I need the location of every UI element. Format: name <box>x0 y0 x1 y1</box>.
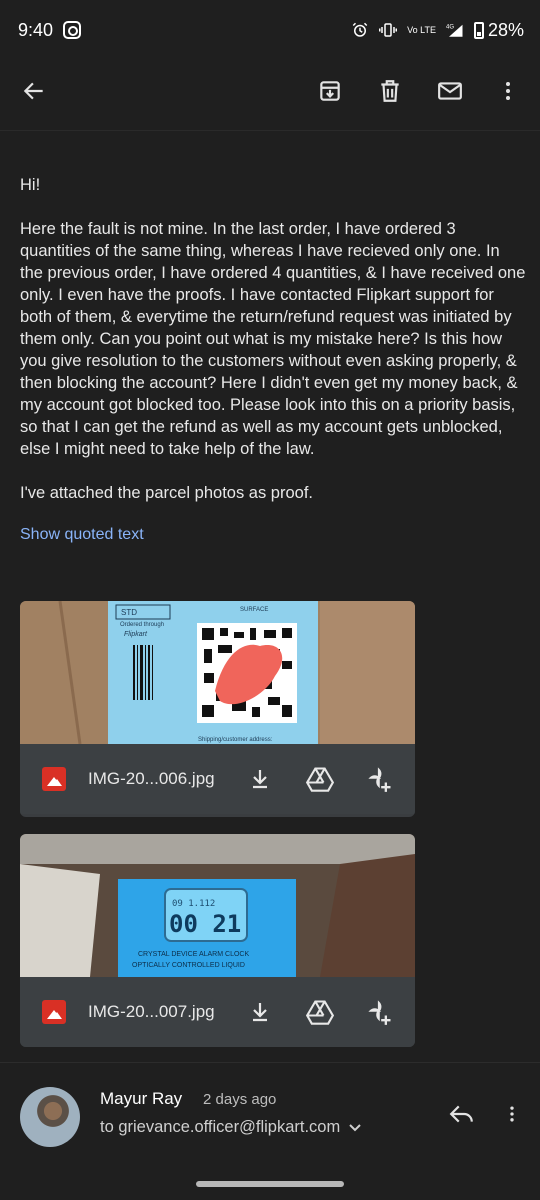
message-paragraph: Here the fault is not mine. In the last … <box>20 220 526 458</box>
label-shipping: Shipping/customer address: <box>198 737 273 743</box>
avatar[interactable] <box>20 1087 80 1147</box>
download-icon <box>253 770 267 789</box>
delete-button[interactable] <box>366 67 414 115</box>
archive-icon <box>320 81 340 101</box>
label-ordered-through: Ordered through <box>120 622 164 628</box>
back-arrow-icon <box>23 82 43 100</box>
show-quoted-text-link[interactable]: Show quoted text <box>20 526 144 544</box>
chevron-down-icon <box>349 1123 361 1131</box>
save-to-drive-button[interactable] <box>304 996 336 1028</box>
alarm-icon <box>351 21 369 39</box>
attachment-bar: IMG-20...007.jpg <box>20 977 415 1047</box>
attachment-filename[interactable]: IMG-20...007.jpg <box>88 1002 215 1022</box>
sender-date: 2 days ago <box>203 1091 277 1108</box>
gmail-message-screen: 9:40 Vo LTE 4G 28% Hi! Here the fault is… <box>0 0 540 1200</box>
message-body: Hi! Here the fault is not mine. In the l… <box>20 174 526 526</box>
add-to-photos-button[interactable] <box>364 763 396 795</box>
add-to-photos-icon <box>368 767 391 792</box>
clock-top-readout: 09 1.112 <box>172 899 215 909</box>
attachment-card[interactable]: STD SURFACE Ordered through Flipkart Shi… <box>20 601 415 817</box>
attachment-thumbnail[interactable]: 09 1.112 00 21 CRYSTAL DEVICE ALARM CLOC… <box>20 834 415 977</box>
reply-icon <box>449 1105 473 1123</box>
more-vert-icon <box>510 1106 514 1122</box>
more-options-button[interactable] <box>484 67 532 115</box>
volte-indicator: Vo LTE <box>407 24 436 35</box>
label-flipkart: Flipkart <box>124 631 148 638</box>
recipient-address: to grievance.officer@flipkart.com <box>100 1118 341 1136</box>
instagram-notification-icon <box>63 21 82 39</box>
more-vert-icon <box>506 82 510 100</box>
save-to-drive-button[interactable] <box>304 763 336 795</box>
download-icon <box>253 1003 267 1022</box>
attachment-bar: IMG-20...006.jpg <box>20 744 415 814</box>
label-surface: SURFACE <box>240 607 268 613</box>
attachment-filename[interactable]: IMG-20...006.jpg <box>88 769 215 789</box>
mark-unread-button[interactable] <box>426 67 474 115</box>
image-file-icon <box>42 767 66 791</box>
mail-icon <box>438 82 462 100</box>
toolbar-divider <box>0 130 540 131</box>
reply-button[interactable] <box>442 1096 482 1132</box>
image-file-icon <box>42 1000 66 1024</box>
download-button[interactable] <box>244 996 276 1028</box>
drive-icon <box>306 767 334 792</box>
message-greeting: Hi! <box>20 176 41 194</box>
drive-icon <box>306 1000 334 1025</box>
message-toolbar <box>0 60 540 122</box>
gesture-nav-handle[interactable] <box>196 1181 344 1187</box>
sender-name[interactable]: Mayur Ray <box>100 1089 182 1109</box>
battery-indicator: 28% <box>473 19 524 41</box>
message-separator <box>0 1062 540 1063</box>
status-time: 9:40 <box>18 19 54 40</box>
clock-time-readout: 00 21 <box>169 910 241 938</box>
delete-icon <box>381 80 399 102</box>
message-closing: I've attached the parcel photos as proof… <box>20 484 314 502</box>
clock-caption-2: OPTICALLY CONTROLLED LIQUID <box>132 962 245 969</box>
battery-icon <box>473 21 484 39</box>
message-more-button[interactable] <box>496 1096 528 1132</box>
vibrate-icon <box>379 21 398 39</box>
battery-percent: 28% <box>487 19 524 40</box>
attachment-thumbnail[interactable]: STD SURFACE Ordered through Flipkart Shi… <box>20 601 415 744</box>
clock-caption-1: CRYSTAL DEVICE ALARM CLOCK <box>138 951 249 958</box>
signal-icon: 4G <box>446 21 464 39</box>
svg-text:4G: 4G <box>446 25 454 31</box>
back-button[interactable] <box>10 67 58 115</box>
download-button[interactable] <box>244 763 276 795</box>
recipient-details[interactable]: to grievance.officer@flipkart.com <box>100 1118 362 1137</box>
attachment-card[interactable]: 09 1.112 00 21 CRYSTAL DEVICE ALARM CLOC… <box>20 834 415 1047</box>
add-to-photos-icon <box>368 1000 391 1025</box>
label-std: STD <box>121 608 137 617</box>
archive-button[interactable] <box>306 67 354 115</box>
status-bar: 9:40 Vo LTE 4G 28% <box>0 0 540 60</box>
add-to-photos-button[interactable] <box>364 996 396 1028</box>
